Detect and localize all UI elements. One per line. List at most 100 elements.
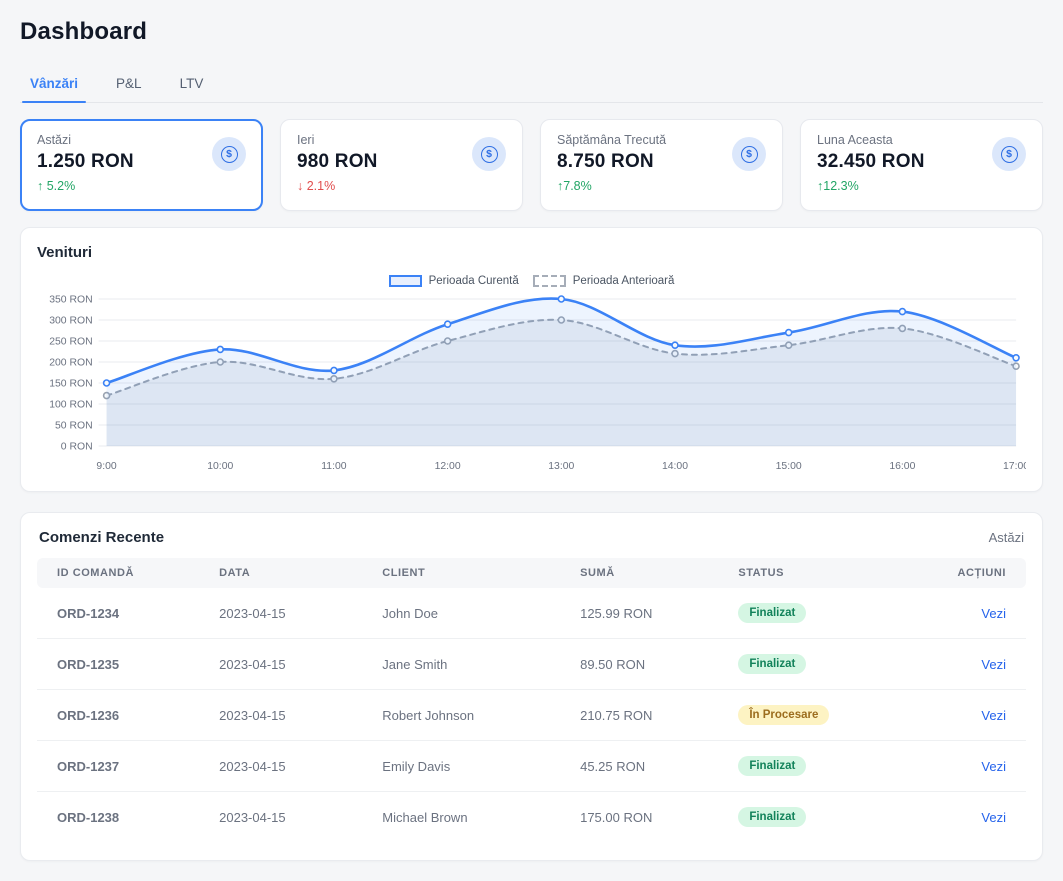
table-row: ORD-1237 2023-04-15 Emily Davis 45.25 RO… bbox=[37, 741, 1026, 792]
col-amount: Sumă bbox=[566, 558, 724, 588]
dollar-circle-icon: $ bbox=[472, 137, 506, 171]
stat-value: 32.450 RON bbox=[817, 151, 925, 173]
tab-bar: Vânzări P&L LTV bbox=[20, 70, 1043, 103]
order-id-cell: ORD-1237 bbox=[37, 741, 205, 792]
svg-text:9:00: 9:00 bbox=[96, 461, 116, 472]
stat-cards-row: Astăzi 1.250 RON ↑ 5.2% $ Ieri 980 RON ↓… bbox=[20, 119, 1043, 211]
view-order-link[interactable]: Vezi bbox=[981, 657, 1006, 672]
order-action-cell: Vezi bbox=[932, 792, 1026, 843]
tab-vanzari[interactable]: Vânzări bbox=[28, 70, 80, 102]
col-order-id: ID Comandă bbox=[37, 558, 205, 588]
svg-text:250 RON: 250 RON bbox=[49, 336, 92, 347]
order-client-cell: Emily Davis bbox=[368, 741, 566, 792]
revenue-chart: 0 RON50 RON100 RON150 RON200 RON250 RON3… bbox=[37, 289, 1026, 485]
order-id-cell: ORD-1236 bbox=[37, 690, 205, 741]
order-client-cell: Robert Johnson bbox=[368, 690, 566, 741]
stat-delta: ↑ 5.2% bbox=[37, 179, 134, 193]
order-id-cell: ORD-1235 bbox=[37, 639, 205, 690]
order-client-cell: Michael Brown bbox=[368, 792, 566, 843]
order-date-cell: 2023-04-15 bbox=[205, 639, 368, 690]
table-header-row: ID Comandă Data Client Sumă Status Acțiu… bbox=[37, 558, 1026, 588]
svg-text:15:00: 15:00 bbox=[776, 461, 802, 472]
legend-swatch-dashed bbox=[533, 275, 566, 287]
dollar-circle-icon: $ bbox=[212, 137, 246, 171]
table-row: ORD-1236 2023-04-15 Robert Johnson 210.7… bbox=[37, 690, 1026, 741]
legend-item-previous: Perioada Anterioară bbox=[533, 275, 675, 287]
svg-text:12:00: 12:00 bbox=[435, 461, 461, 472]
order-client-cell: Jane Smith bbox=[368, 639, 566, 690]
order-id-cell: ORD-1238 bbox=[37, 792, 205, 843]
svg-text:300 RON: 300 RON bbox=[49, 315, 92, 326]
order-id-cell: ORD-1234 bbox=[37, 588, 205, 639]
stat-delta: ↑7.8% bbox=[557, 179, 666, 193]
stat-value: 1.250 RON bbox=[37, 151, 134, 173]
dollar-circle-icon: $ bbox=[992, 137, 1026, 171]
order-amount-cell: 89.50 RON bbox=[566, 639, 724, 690]
order-amount-cell: 125.99 RON bbox=[566, 588, 724, 639]
stat-value: 980 RON bbox=[297, 151, 378, 173]
svg-text:0 RON: 0 RON bbox=[61, 441, 93, 452]
stat-label: Săptămâna Trecută bbox=[557, 133, 666, 147]
revenue-chart-svg: 0 RON50 RON100 RON150 RON200 RON250 RON3… bbox=[37, 289, 1026, 485]
stat-label: Astăzi bbox=[37, 133, 134, 147]
order-amount-cell: 210.75 RON bbox=[566, 690, 724, 741]
svg-text:16:00: 16:00 bbox=[889, 461, 915, 472]
tab-ltv[interactable]: LTV bbox=[178, 70, 206, 102]
svg-text:14:00: 14:00 bbox=[662, 461, 688, 472]
order-action-cell: Vezi bbox=[932, 741, 1026, 792]
stat-delta: ↑12.3% bbox=[817, 179, 925, 193]
orders-tbody: ORD-1234 2023-04-15 John Doe 125.99 RON … bbox=[37, 588, 1026, 842]
view-order-link[interactable]: Vezi bbox=[981, 708, 1006, 723]
revenue-chart-panel: Venituri Perioada Curentă Perioada Anter… bbox=[20, 227, 1043, 492]
status-badge: Finalizat bbox=[738, 603, 806, 623]
col-client: Client bbox=[368, 558, 566, 588]
dollar-circle-icon: $ bbox=[732, 137, 766, 171]
table-row: ORD-1235 2023-04-15 Jane Smith 89.50 RON… bbox=[37, 639, 1026, 690]
stat-value: 8.750 RON bbox=[557, 151, 666, 173]
order-status-cell: În Procesare bbox=[724, 690, 932, 741]
chart-legend: Perioada Curentă Perioada Anterioară bbox=[37, 275, 1026, 287]
recent-orders-panel: Comenzi Recente Astăzi ID Comandă Data C… bbox=[20, 512, 1043, 861]
order-date-cell: 2023-04-15 bbox=[205, 588, 368, 639]
view-order-link[interactable]: Vezi bbox=[981, 810, 1006, 825]
order-date-cell: 2023-04-15 bbox=[205, 690, 368, 741]
order-action-cell: Vezi bbox=[932, 588, 1026, 639]
svg-text:200 RON: 200 RON bbox=[49, 357, 92, 368]
tab-pl[interactable]: P&L bbox=[114, 70, 144, 102]
svg-text:350 RON: 350 RON bbox=[49, 294, 92, 305]
status-badge: În Procesare bbox=[738, 705, 829, 725]
dashboard-page: Dashboard Vânzări P&L LTV Astăzi 1.250 R… bbox=[0, 0, 1063, 881]
stat-card-body: Ieri 980 RON ↓ 2.1% bbox=[297, 133, 378, 193]
stat-card-astazi[interactable]: Astăzi 1.250 RON ↑ 5.2% $ bbox=[20, 119, 263, 211]
orders-table: ID Comandă Data Client Sumă Status Acțiu… bbox=[37, 558, 1026, 842]
order-status-cell: Finalizat bbox=[724, 639, 932, 690]
legend-label: Perioada Anterioară bbox=[573, 275, 675, 287]
stat-card-body: Astăzi 1.250 RON ↑ 5.2% bbox=[37, 133, 134, 193]
order-date-cell: 2023-04-15 bbox=[205, 741, 368, 792]
legend-swatch-solid bbox=[389, 275, 422, 287]
orders-period-label: Astăzi bbox=[989, 530, 1024, 545]
status-badge: Finalizat bbox=[738, 807, 806, 827]
col-actions: Acțiuni bbox=[932, 558, 1026, 588]
orders-title: Comenzi Recente bbox=[39, 529, 164, 546]
stat-label: Luna Aceasta bbox=[817, 133, 925, 147]
order-status-cell: Finalizat bbox=[724, 792, 932, 843]
stat-card-saptamana-trecuta[interactable]: Săptămâna Trecută 8.750 RON ↑7.8% $ bbox=[540, 119, 783, 211]
order-action-cell: Vezi bbox=[932, 639, 1026, 690]
view-order-link[interactable]: Vezi bbox=[981, 759, 1006, 774]
col-date: Data bbox=[205, 558, 368, 588]
status-badge: Finalizat bbox=[738, 756, 806, 776]
page-title: Dashboard bbox=[20, 18, 1043, 46]
order-action-cell: Vezi bbox=[932, 690, 1026, 741]
order-status-cell: Finalizat bbox=[724, 741, 932, 792]
legend-label: Perioada Curentă bbox=[429, 275, 519, 287]
stat-label: Ieri bbox=[297, 133, 378, 147]
order-date-cell: 2023-04-15 bbox=[205, 792, 368, 843]
view-order-link[interactable]: Vezi bbox=[981, 606, 1006, 621]
status-badge: Finalizat bbox=[738, 654, 806, 674]
svg-text:50 RON: 50 RON bbox=[55, 420, 93, 431]
table-row: ORD-1234 2023-04-15 John Doe 125.99 RON … bbox=[37, 588, 1026, 639]
stat-card-ieri[interactable]: Ieri 980 RON ↓ 2.1% $ bbox=[280, 119, 523, 211]
svg-text:17:00: 17:00 bbox=[1003, 461, 1026, 472]
stat-card-luna-aceasta[interactable]: Luna Aceasta 32.450 RON ↑12.3% $ bbox=[800, 119, 1043, 211]
